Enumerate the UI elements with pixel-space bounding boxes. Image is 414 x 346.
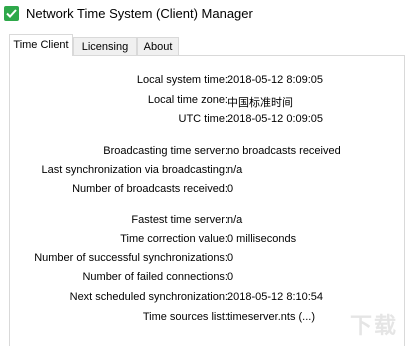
value-successful-syncs: 0: [227, 252, 234, 264]
row-time-correction: Time correction value: 0 milliseconds: [10, 233, 406, 249]
label-broadcasts-received: Number of broadcasts received:: [72, 183, 228, 195]
row-last-sync-broadcasting: Last synchronization via broadcasting: n…: [10, 164, 406, 180]
tab-licensing[interactable]: Licensing: [73, 37, 137, 55]
value-broadcasting-time-server: no broadcasts received: [227, 145, 341, 157]
label-broadcasting-time-server: Broadcasting time server:: [103, 145, 228, 157]
window-title: Network Time System (Client) Manager: [26, 6, 253, 21]
time-client-panel: Local system time: 2018-05-12 8:09:05 Lo…: [9, 55, 405, 346]
value-fastest-time-server: n/a: [227, 214, 243, 226]
label-local-system-time: Local system time:: [136, 74, 228, 86]
row-broadcasting-time-server: Broadcasting time server: no broadcasts …: [10, 145, 406, 161]
value-broadcasts-received: 0: [227, 183, 234, 195]
tab-about[interactable]: About: [137, 37, 179, 55]
label-utc-time: UTC time:: [178, 113, 229, 125]
row-fastest-time-server: Fastest time server: n/a: [10, 214, 406, 230]
value-last-sync-broadcasting: n/a: [227, 164, 243, 176]
label-fastest-time-server: Fastest time server:: [131, 214, 228, 226]
label-time-correction: Time correction value:: [120, 233, 228, 245]
label-next-scheduled-sync: Next scheduled synchronization:: [69, 291, 228, 303]
row-time-sources-list: Time sources list: timeserver.nts (...): [10, 311, 406, 327]
value-next-scheduled-sync: 2018-05-12 8:10:54: [227, 291, 324, 303]
value-local-time-zone: 中国标准时间: [227, 97, 293, 109]
value-time-correction: 0 milliseconds: [227, 233, 297, 245]
row-utc-time: UTC time: 2018-05-12 0:09:05: [10, 113, 406, 129]
tab-time-client[interactable]: Time Client: [9, 34, 73, 56]
label-local-time-zone: Local time zone:: [147, 94, 228, 106]
value-time-sources-list[interactable]: timeserver.nts (...): [227, 311, 315, 323]
value-failed-connections: 0: [227, 271, 234, 283]
watermark: 下载: [349, 313, 398, 338]
value-utc-time: 2018-05-12 0:09:05: [227, 113, 324, 125]
label-successful-syncs: Number of successful synchronizations:: [34, 252, 228, 264]
title-bar: Network Time System (Client) Manager: [0, 0, 414, 28]
clock-check-icon: [4, 6, 19, 21]
row-next-scheduled-sync: Next scheduled synchronization: 2018-05-…: [10, 291, 406, 307]
label-time-sources-list: Time sources list:: [142, 311, 228, 323]
row-broadcasts-received: Number of broadcasts received: 0: [10, 183, 406, 199]
value-local-system-time: 2018-05-12 8:09:05: [227, 74, 324, 86]
row-local-system-time: Local system time: 2018-05-12 8:09:05: [10, 74, 406, 90]
row-failed-connections: Number of failed connections: 0: [10, 271, 406, 287]
label-last-sync-broadcasting: Last synchronization via broadcasting:: [41, 164, 229, 176]
label-failed-connections: Number of failed connections:: [82, 271, 228, 283]
row-successful-syncs: Number of successful synchronizations: 0: [10, 252, 406, 268]
row-local-time-zone: Local time zone: 中国标准时间: [10, 94, 406, 110]
